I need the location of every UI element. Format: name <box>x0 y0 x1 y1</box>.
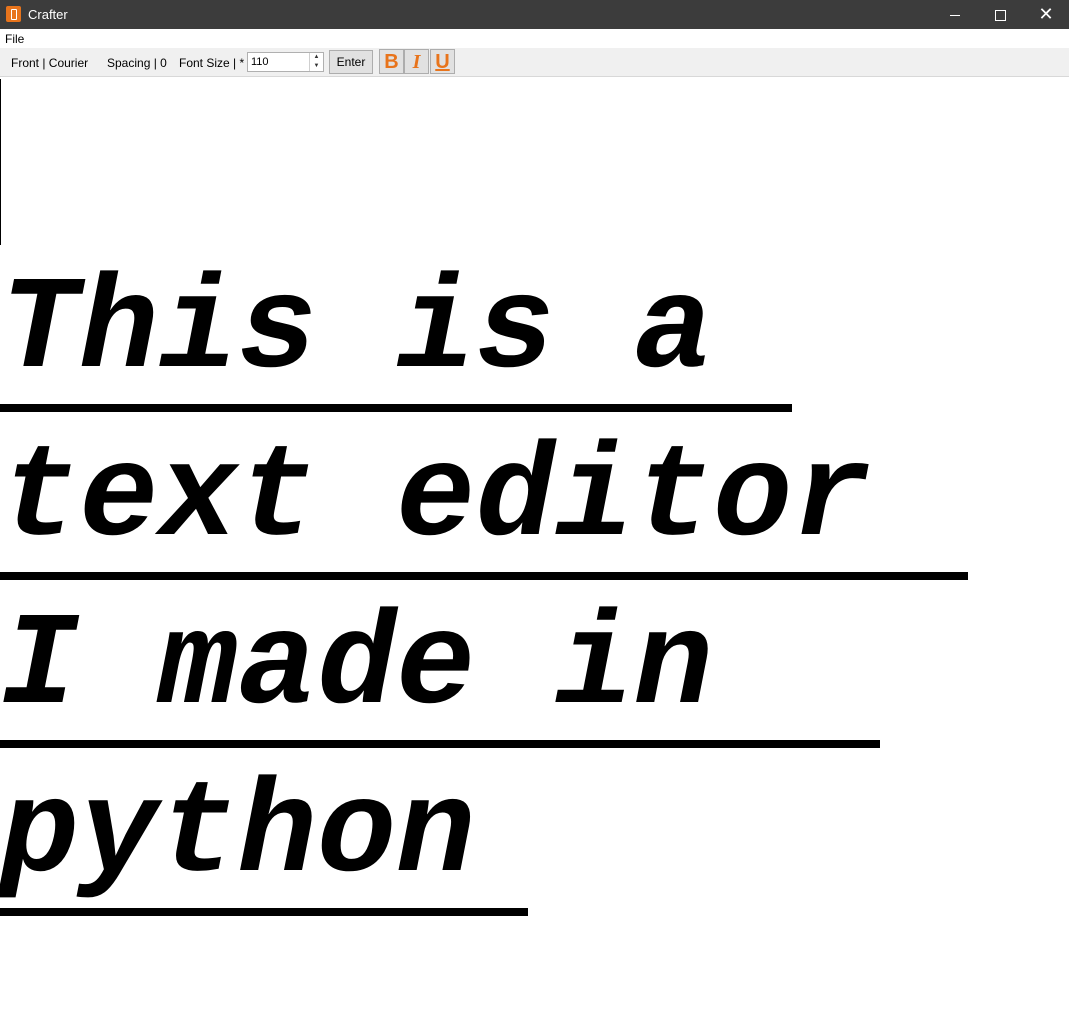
font-size-spinbox[interactable]: ▲ ▼ <box>247 52 324 72</box>
editor-line: This is a <box>0 256 713 406</box>
app-icon <box>6 6 21 22</box>
maximize-icon <box>994 9 1006 21</box>
spacing-label: Spacing | 0 <box>107 56 167 70</box>
text-editor-area[interactable]: This is a text editor I made in python <box>0 77 1069 1028</box>
editor-line: python <box>0 760 476 910</box>
bold-button[interactable]: B <box>379 49 404 74</box>
italic-button[interactable]: I <box>404 49 429 74</box>
text-caret <box>0 79 1 245</box>
maximize-button[interactable] <box>977 0 1023 29</box>
editor-line: I made in <box>0 592 713 742</box>
line-underline <box>0 908 528 916</box>
enter-button[interactable]: Enter <box>329 50 373 74</box>
line-underline <box>0 404 792 412</box>
menu-bar: File <box>0 29 1069 48</box>
font-size-label: Font Size | * <box>179 56 245 70</box>
line-underline <box>0 572 968 580</box>
menu-file[interactable]: File <box>5 32 24 46</box>
close-button[interactable]: ✕ <box>1023 0 1069 29</box>
title-bar: Crafter ✕ <box>0 0 1069 29</box>
editor-line: text editor <box>0 424 872 574</box>
minimize-icon <box>950 14 960 16</box>
close-icon: ✕ <box>1038 4 1054 24</box>
format-toolbar: Front | Courier Spacing | 0 Font Size | … <box>0 48 1069 77</box>
font-family-label: Front | Courier <box>11 56 89 70</box>
window-title: Crafter <box>28 7 68 22</box>
spin-up-icon[interactable]: ▲ <box>310 53 323 62</box>
spin-arrows[interactable]: ▲ ▼ <box>309 53 323 71</box>
underline-button[interactable]: U <box>430 49 455 74</box>
font-size-input[interactable] <box>248 53 309 71</box>
spin-down-icon[interactable]: ▼ <box>310 62 323 71</box>
line-underline <box>0 740 880 748</box>
minimize-button[interactable] <box>932 0 978 29</box>
